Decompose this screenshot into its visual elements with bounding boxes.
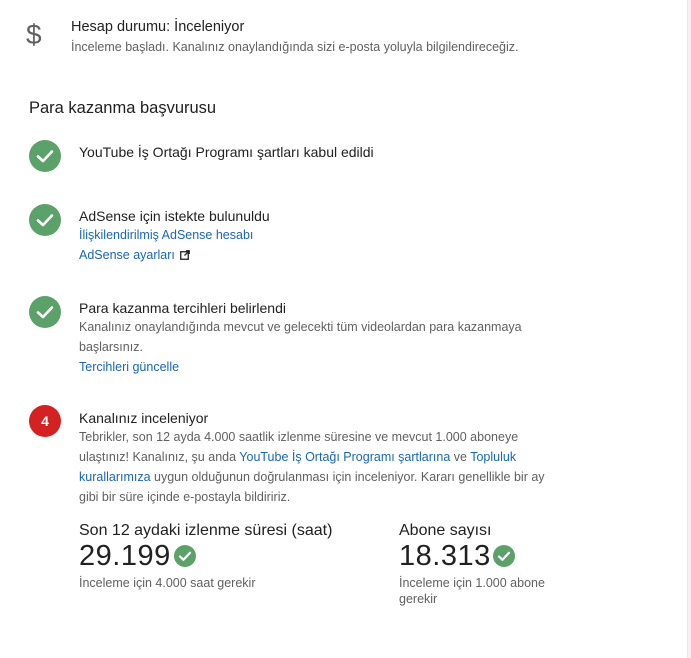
ypp-terms-link[interactable]: YouTube İş Ortağı Programı şartlarına	[239, 450, 450, 464]
step-desc-text: ve	[450, 450, 471, 464]
stat-value: 29.199	[79, 540, 171, 572]
stat-label: Abone sayısı	[399, 522, 492, 539]
step-title: Para kazanma tercihleri belirlendi	[79, 300, 286, 316]
check-icon	[493, 545, 515, 567]
external-link-icon	[179, 246, 190, 266]
stat-value: 18.313	[399, 540, 491, 572]
step-links: İlişkilendirilmiş AdSense hesabı AdSense…	[79, 225, 549, 266]
section-title: Para kazanma başvurusu	[29, 99, 217, 117]
step-title: AdSense için istekte bulunuldu	[79, 208, 270, 224]
update-preferences-link[interactable]: Tercihleri güncelle	[79, 360, 179, 374]
check-icon	[29, 140, 61, 172]
linked-adsense-account-link[interactable]: İlişkilendirilmiş AdSense hesabı	[79, 228, 253, 242]
step-description: Kanalınız onaylandığında mevcut ve gelec…	[79, 317, 549, 377]
dollar-icon: $	[26, 19, 42, 50]
scrollbar-edge[interactable]	[687, 0, 691, 658]
stat-note: İnceleme için 4.000 saat gerekir	[79, 576, 256, 590]
stat-label: Son 12 aydaki izlenme süresi (saat)	[79, 522, 333, 539]
account-status: $ Hesap durumu: İnceleniyor İnceleme baş…	[0, 0, 690, 80]
step-description: Tebrikler, son 12 ayda 4.000 saatlik izl…	[79, 427, 549, 507]
check-icon	[29, 204, 61, 236]
check-icon	[174, 545, 196, 567]
step-number-badge: 4	[29, 405, 61, 437]
stat-note: İnceleme için 1.000 abone gerekir	[399, 576, 545, 606]
check-icon	[29, 296, 61, 328]
step-desc-text: Kanalınız onaylandığında mevcut ve gelec…	[79, 320, 522, 354]
step-title: Kanalınız inceleniyor	[79, 410, 209, 426]
adsense-settings-link[interactable]: AdSense ayarları	[79, 248, 175, 262]
step-title: YouTube İş Ortağı Programı şartları kabu…	[79, 144, 374, 160]
status-title: Hesap durumu: İnceleniyor	[71, 19, 245, 35]
status-subtitle: İnceleme başladı. Kanalınız onaylandığın…	[71, 40, 519, 54]
